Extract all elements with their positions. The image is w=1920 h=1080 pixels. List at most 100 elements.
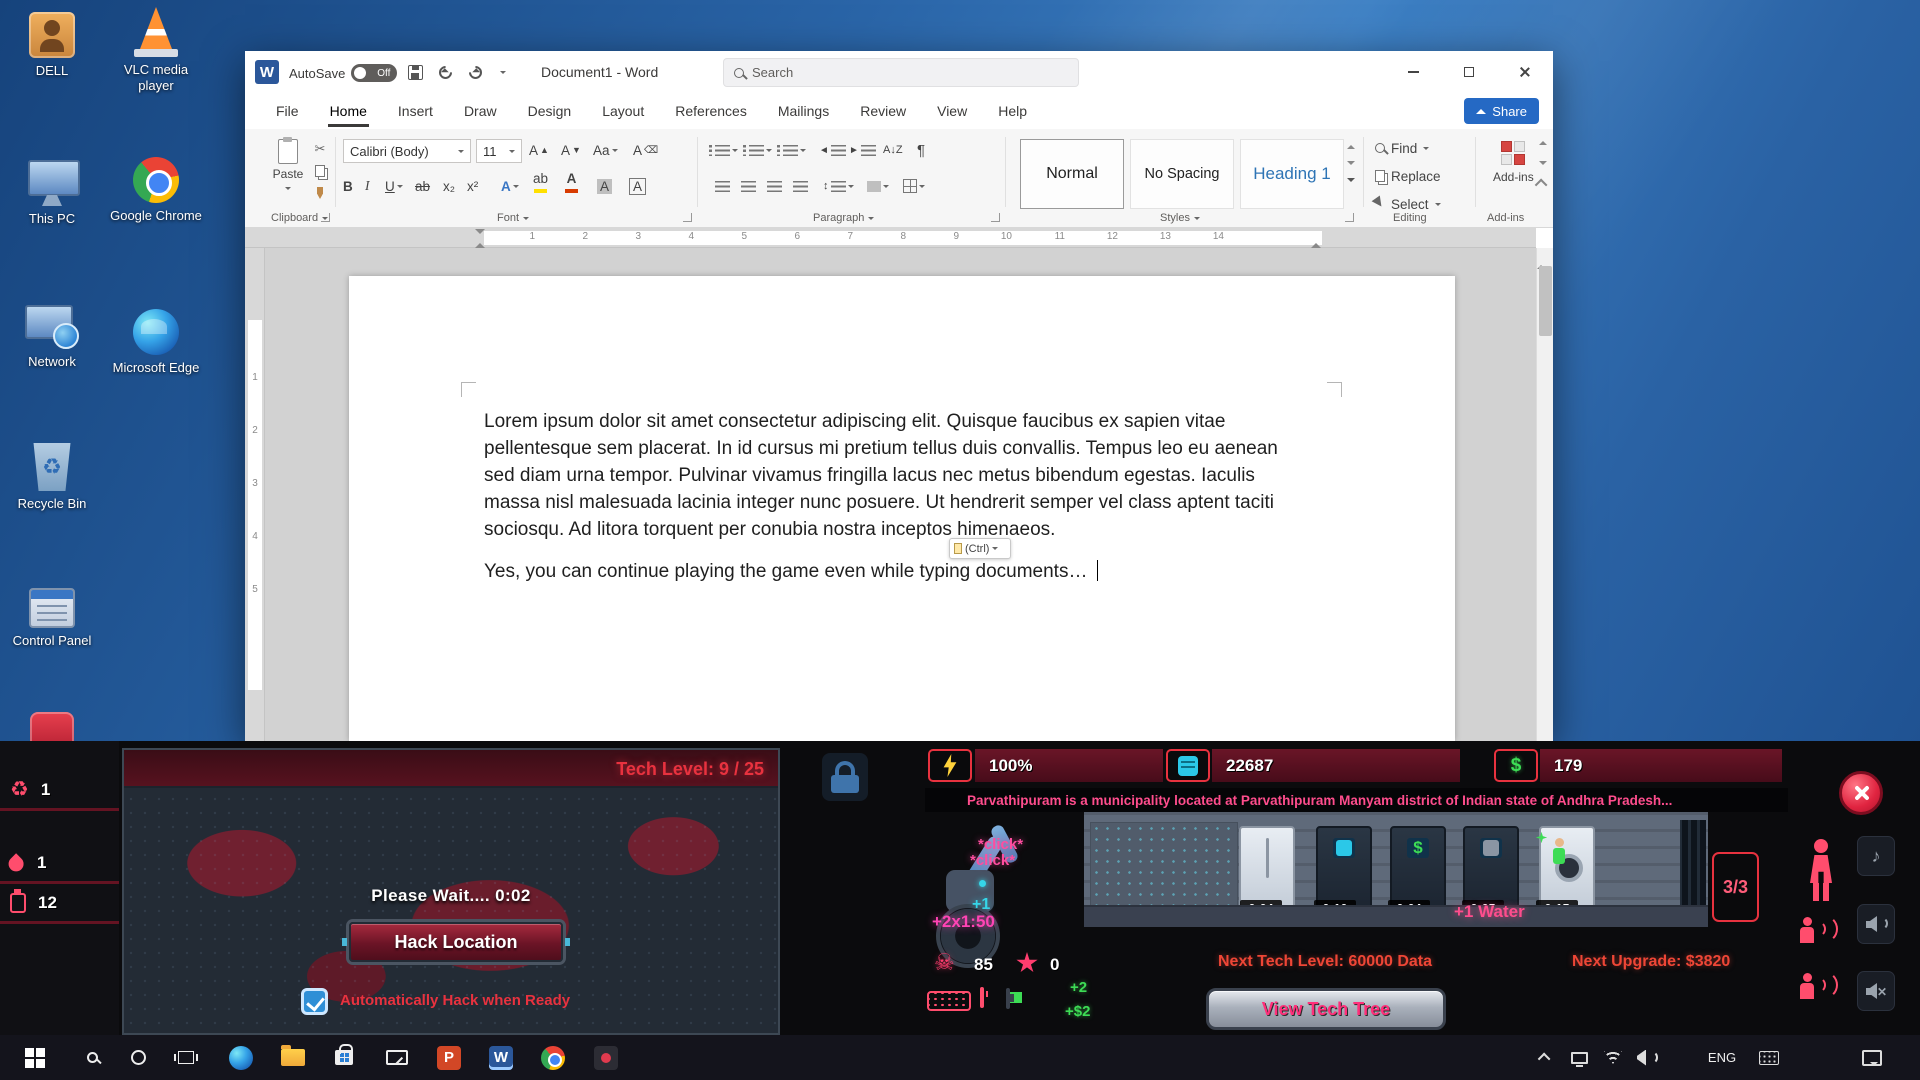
tab-insert[interactable]: Insert — [396, 95, 435, 127]
tray-expand-button[interactable] — [1530, 1035, 1560, 1080]
change-case-button[interactable]: Aa — [593, 139, 618, 161]
autosave-toggle[interactable]: Off — [351, 64, 397, 82]
vertical-scrollbar[interactable] — [1536, 248, 1553, 741]
bold-button[interactable]: B — [343, 175, 353, 197]
taskbar-edge[interactable] — [218, 1035, 264, 1080]
bullets-button[interactable] — [715, 139, 738, 161]
avatar-toggle[interactable] — [1806, 839, 1836, 901]
highlight-button[interactable]: ab — [533, 171, 548, 193]
close-button[interactable] — [1497, 51, 1553, 93]
taskbar-store[interactable] — [321, 1035, 367, 1080]
text-effects-button[interactable]: A — [501, 175, 519, 197]
quick-access-dropdown[interactable] — [491, 61, 515, 83]
hanging-indent-marker[interactable] — [475, 238, 485, 248]
multilevel-list-button[interactable] — [783, 139, 806, 161]
align-right-button[interactable] — [767, 175, 782, 197]
decrease-indent-button[interactable]: ◄ — [819, 139, 846, 161]
voice-toggle-2[interactable] — [1800, 967, 1840, 1001]
document-text[interactable]: Lorem ipsum dolor sit amet consectetur a… — [484, 408, 1302, 585]
undo-button[interactable] — [433, 61, 457, 83]
scroll-up-icon[interactable] — [1347, 141, 1355, 149]
styles-dialog-launcher[interactable] — [1345, 213, 1354, 222]
music-button[interactable]: ♪ — [1857, 836, 1895, 876]
character-border-button[interactable]: A — [629, 175, 646, 197]
lock-button[interactable] — [822, 753, 868, 801]
hack-location-button[interactable]: Hack Location — [349, 922, 563, 962]
shading-button[interactable] — [867, 175, 889, 197]
character-shading-button[interactable]: A — [597, 175, 612, 197]
style-heading-1[interactable]: Heading 1 — [1240, 139, 1344, 209]
word-logo-icon[interactable]: W — [255, 60, 279, 84]
subscript-button[interactable]: x₂ — [443, 175, 455, 197]
task-view-button[interactable] — [163, 1035, 209, 1080]
show-formatting-button[interactable]: ¶ — [917, 139, 925, 161]
shrink-font-button[interactable]: A▼ — [561, 139, 581, 161]
voice-toggle-1[interactable] — [1800, 911, 1840, 945]
superscript-button[interactable]: x² — [467, 175, 478, 197]
desktop-icon-this-pc[interactable]: This PC — [4, 160, 100, 227]
mute-button[interactable]: ✕ — [1857, 971, 1895, 1011]
right-indent-marker[interactable] — [1311, 238, 1321, 248]
horizontal-ruler[interactable]: 1234567891011121314 — [245, 228, 1536, 248]
underline-button[interactable]: U — [385, 175, 403, 197]
taskbar-app[interactable] — [583, 1035, 629, 1080]
machine-money-maker[interactable]: $ — [1390, 826, 1446, 910]
desktop-icon-chrome[interactable]: Google Chrome — [108, 157, 204, 224]
align-left-button[interactable] — [715, 175, 730, 197]
tab-draw[interactable]: Draw — [462, 95, 499, 127]
replace-button[interactable]: Replace — [1375, 165, 1441, 187]
clear-formatting-button[interactable]: A⌫ — [633, 139, 658, 161]
find-button[interactable]: Find — [1375, 137, 1429, 159]
collapse-ribbon-icon[interactable] — [1535, 179, 1548, 192]
tab-design[interactable]: Design — [526, 95, 574, 127]
scrollbar-thumb[interactable] — [1539, 266, 1552, 336]
taskbar-file-explorer[interactable] — [270, 1035, 316, 1080]
desktop-icon-vlc[interactable]: VLC media player — [108, 7, 204, 93]
format-painter-button[interactable] — [309, 183, 331, 203]
styles-gallery-expand-icon[interactable] — [1347, 178, 1355, 186]
maximize-button[interactable] — [1441, 51, 1497, 93]
taskbar-powerpoint[interactable]: P — [426, 1035, 472, 1080]
tab-layout[interactable]: Layout — [600, 95, 646, 127]
autosave-control[interactable]: AutoSave Off — [289, 64, 397, 82]
paragraph[interactable]: Yes, you can continue playing the game e… — [484, 558, 1302, 585]
strikethrough-button[interactable]: ab — [415, 175, 430, 197]
cut-button[interactable]: ✂ — [309, 139, 331, 159]
paragraph[interactable]: Lorem ipsum dolor sit amet consectetur a… — [484, 408, 1302, 543]
taskbar-search-button[interactable] — [69, 1035, 115, 1080]
tab-review[interactable]: Review — [858, 95, 908, 127]
paste-options-button[interactable]: (Ctrl) — [949, 538, 1011, 559]
grow-font-button[interactable]: A▲ — [529, 139, 549, 161]
font-dialog-launcher[interactable] — [683, 213, 692, 222]
vertical-ruler[interactable]: 12345 — [245, 248, 265, 741]
search-input[interactable]: Search — [723, 58, 1079, 87]
document-page[interactable]: Lorem ipsum dolor sit amet consectetur a… — [349, 276, 1455, 741]
tray-language[interactable]: ENG — [1700, 1035, 1744, 1080]
tab-file[interactable]: File — [274, 95, 301, 127]
desktop-icon-control-panel[interactable]: Control Panel — [4, 588, 100, 649]
font-size-select[interactable]: 11 — [476, 139, 522, 163]
taskbar-chrome[interactable] — [530, 1035, 576, 1080]
tray-volume[interactable] — [1630, 1035, 1664, 1080]
tab-mailings[interactable]: Mailings — [776, 95, 831, 127]
tray-display[interactable] — [1562, 1035, 1596, 1080]
empty-build-slots[interactable] — [1090, 822, 1238, 912]
machine-generic[interactable] — [1463, 826, 1519, 910]
tab-view[interactable]: View — [935, 95, 969, 127]
desktop-icon-dell[interactable]: DELL — [4, 12, 100, 79]
machine-data-server[interactable] — [1316, 826, 1372, 910]
game-close-button[interactable] — [1839, 771, 1883, 815]
paragraph-dialog-launcher[interactable] — [991, 213, 1000, 222]
ribbon-scroll-up-icon[interactable] — [1539, 137, 1547, 145]
cortana-button[interactable] — [115, 1035, 161, 1080]
borders-button[interactable] — [903, 175, 925, 197]
view-tech-tree-button[interactable]: View Tech Tree — [1206, 988, 1446, 1030]
minimize-button[interactable] — [1385, 51, 1441, 93]
tab-home[interactable]: Home — [328, 95, 369, 127]
tray-network[interactable] — [1596, 1035, 1630, 1080]
auto-hack-checkbox[interactable] — [301, 988, 328, 1015]
machine-washer[interactable] — [1539, 826, 1595, 910]
desktop-icon-network[interactable]: Network — [4, 303, 100, 370]
scroll-down-icon[interactable] — [1347, 161, 1355, 169]
tray-touch-keyboard[interactable] — [1750, 1035, 1788, 1080]
